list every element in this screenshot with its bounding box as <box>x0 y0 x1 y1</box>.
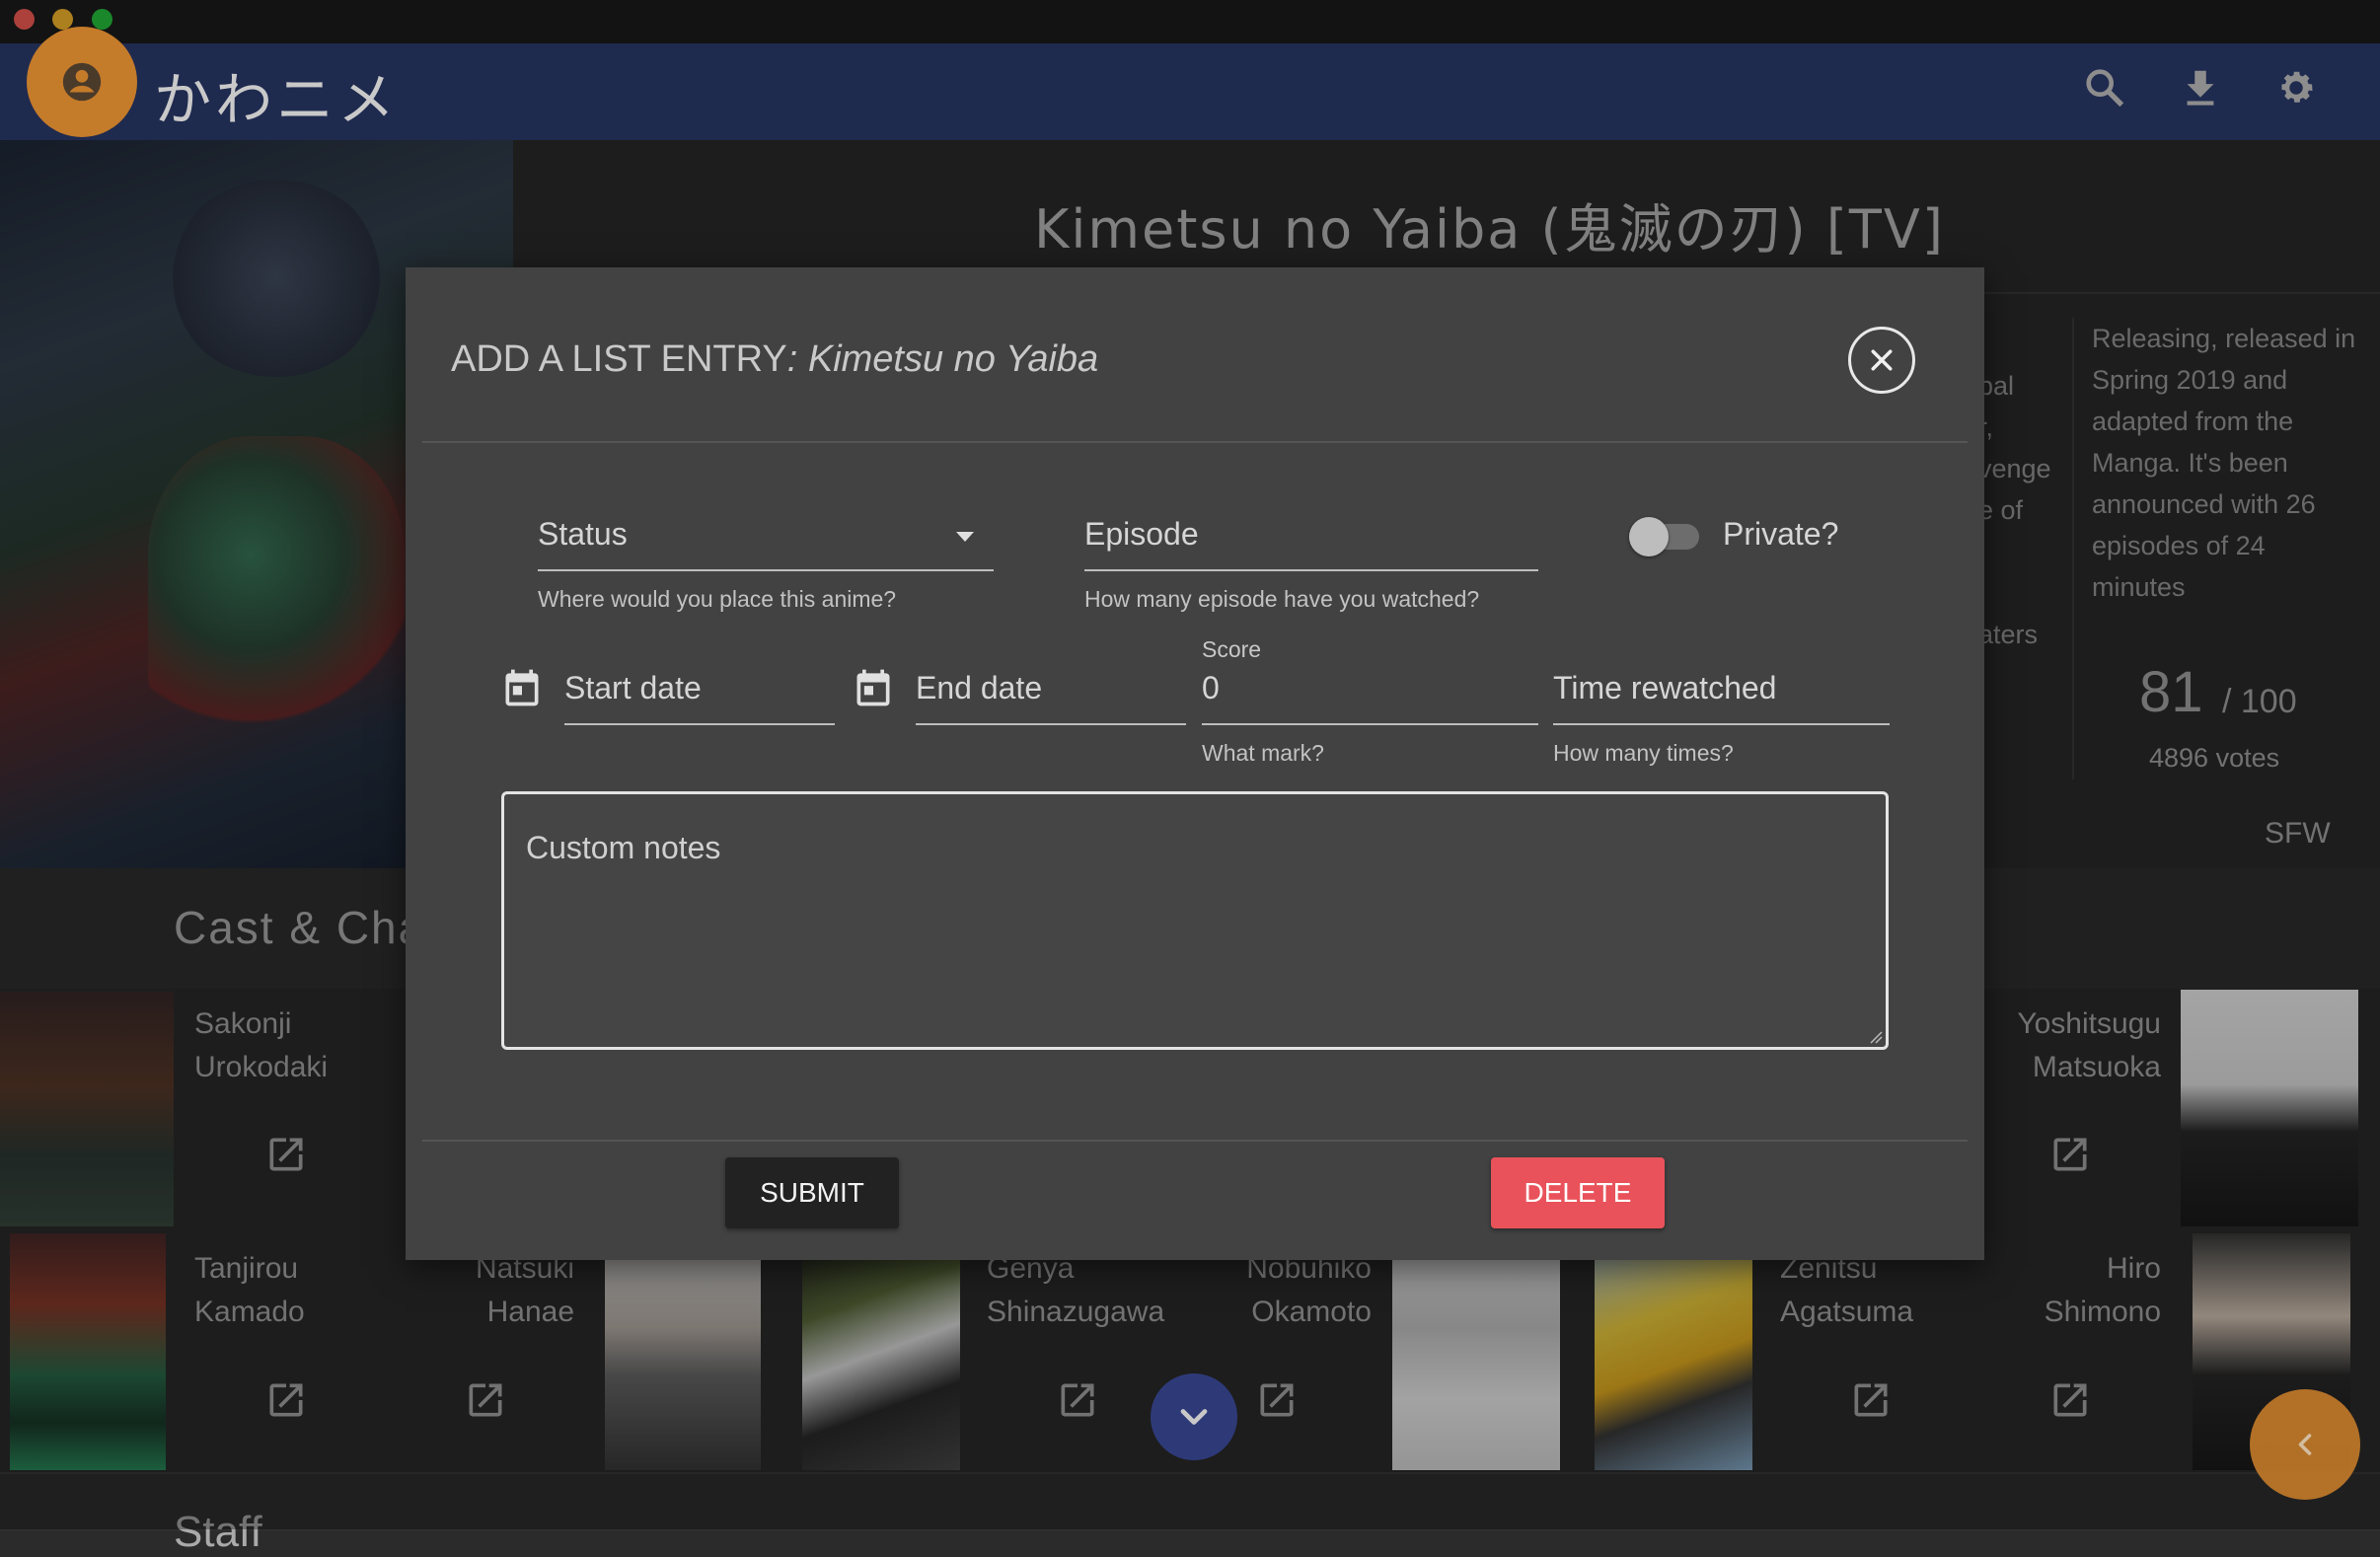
status-label: Status <box>538 516 628 552</box>
caret-down-icon <box>956 532 974 542</box>
score-hint: What mark? <box>1202 740 1324 766</box>
close-icon <box>1871 349 1893 371</box>
episode-hint: How many episode have you watched? <box>1084 586 1480 612</box>
calendar-icon[interactable] <box>852 666 895 709</box>
dialog-title: ADD A LIST ENTRY: Kimetsu no Yaiba <box>451 338 1099 380</box>
score-label: Score <box>1202 636 1262 662</box>
start-date-label: Start date <box>564 670 702 705</box>
app-brand: かわニメ <box>154 66 400 133</box>
calendar-icon[interactable] <box>500 666 544 709</box>
account-icon <box>62 62 102 102</box>
chevron-left-icon <box>2298 1434 2312 1455</box>
rewatched-label: Time rewatched <box>1553 670 1777 705</box>
user-avatar-button[interactable] <box>27 27 137 137</box>
score-value: 0 <box>1202 670 1220 705</box>
chevron-down-icon <box>1180 1409 1208 1425</box>
end-date-label: End date <box>916 670 1043 705</box>
private-label: Private? <box>1723 516 1839 552</box>
delete-button[interactable]: DELETE <box>1491 1157 1665 1228</box>
resize-handle-icon[interactable] <box>1869 1030 1883 1044</box>
notes-placeholder: Custom notes <box>526 830 721 865</box>
status-hint: Where would you place this anime? <box>538 586 897 612</box>
episode-label: Episode <box>1084 516 1199 552</box>
submit-button[interactable]: SUBMIT <box>725 1157 899 1228</box>
rewatched-hint: How many times? <box>1553 740 1734 766</box>
close-dialog-button[interactable] <box>1848 327 1915 394</box>
back-button[interactable] <box>2250 1389 2360 1500</box>
scroll-down-button[interactable] <box>1151 1373 1237 1460</box>
divider <box>422 1140 1968 1142</box>
add-list-entry-dialog: ADD A LIST ENTRY: Kimetsu no Yaiba Statu… <box>406 267 1984 1260</box>
divider <box>422 441 1968 443</box>
